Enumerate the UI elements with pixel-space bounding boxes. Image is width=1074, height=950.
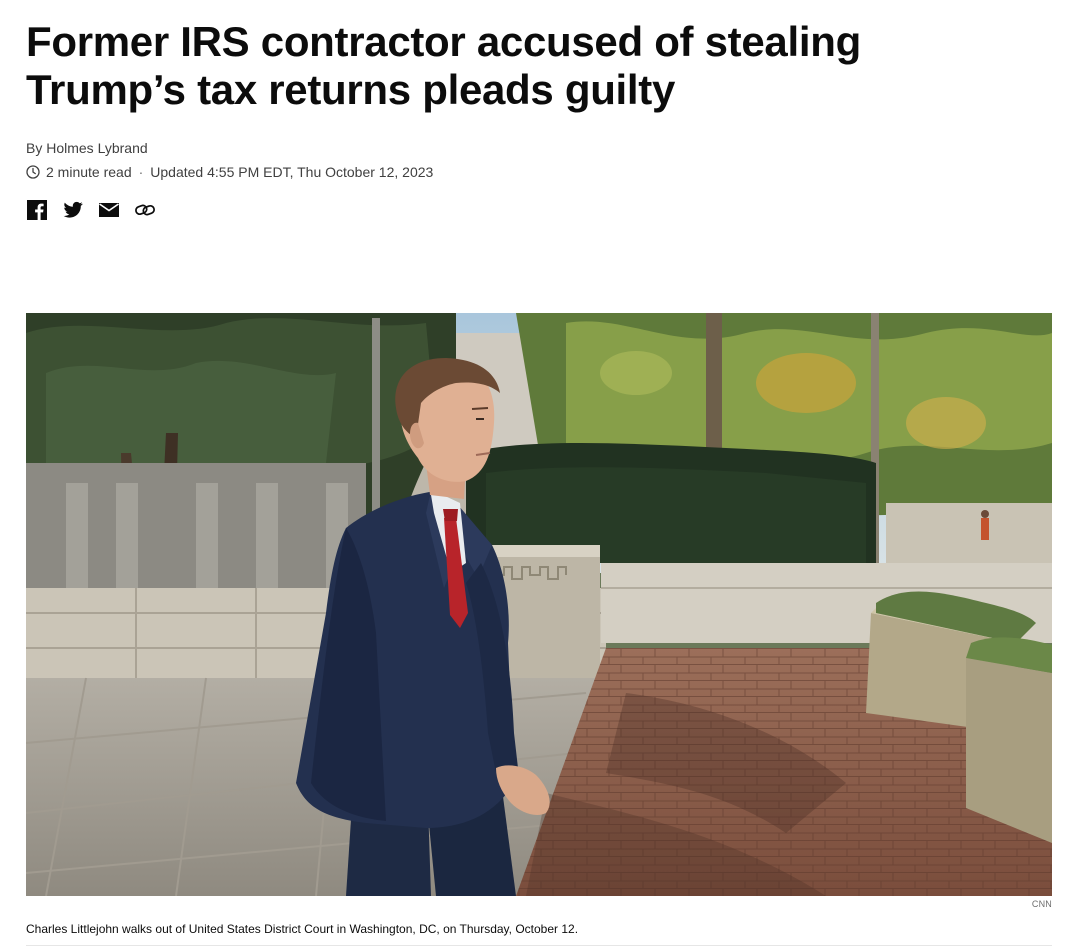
byline[interactable]: By Holmes Lybrand [26,139,148,157]
updated-timestamp: Updated 4:55 PM EDT, Thu October 12, 202… [150,164,434,180]
clock-icon [26,165,40,179]
divider [26,945,1052,946]
share-bar [26,199,170,221]
headline: Former IRS contractor accused of stealin… [26,18,861,113]
photo-caption: Charles Littlejohn walks out of United S… [26,922,579,936]
read-time: 2 minute read [46,164,132,180]
article-meta: 2 minute read · Updated 4:55 PM EDT, Thu… [26,163,433,181]
email-icon[interactable] [98,199,120,221]
link-icon[interactable] [134,199,156,221]
article: Former IRS contractor accused of stealin… [26,0,1052,946]
twitter-icon[interactable] [62,199,84,221]
meta-separator: · [138,164,144,180]
facebook-icon[interactable] [26,199,48,221]
article-photo[interactable] [26,313,1052,896]
photo-credit: CNN [1031,899,1052,909]
